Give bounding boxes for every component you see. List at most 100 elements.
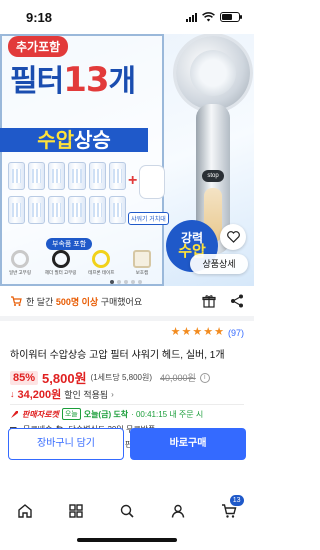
promo-title-main: 필터 <box>10 64 64 99</box>
part-item: 보호캡 <box>128 250 156 276</box>
bonus-badge: 추가포함 <box>8 36 69 57</box>
arrival-text: 오늘(금) 도착 <box>83 409 129 419</box>
part-item: 일반 고무링 <box>6 250 34 276</box>
nav-home[interactable] <box>13 499 37 523</box>
filter-cartridge <box>28 196 46 224</box>
filter-cartridge <box>48 162 66 190</box>
line-divider <box>10 404 244 405</box>
battery-icon <box>220 12 242 22</box>
person-icon <box>171 504 184 518</box>
down-arrow-icon: ↓ <box>10 389 15 399</box>
rubber-ring-image <box>51 250 70 268</box>
signal-icon <box>186 12 197 22</box>
parts-row: 일반 고무링 헤더 필터 고무링 테프론 테이프 보호캡 <box>6 250 156 276</box>
rating[interactable]: ★ ★ ★ ★ ★ (97) <box>171 327 244 338</box>
plus-icon: + <box>128 172 138 189</box>
purchase-count-text: 한 달간 500명 이상 구매했어요 <box>26 295 142 308</box>
carousel-dot[interactable] <box>124 280 128 284</box>
nav-my[interactable] <box>166 499 190 523</box>
purchase-suffix: 구매했어요 <box>98 296 143 307</box>
filter-cartridge <box>48 196 66 224</box>
nav-cart[interactable]: 13 <box>217 495 244 523</box>
star-icon: ★ <box>181 326 192 338</box>
filter-cartridge <box>28 162 46 190</box>
ribbon-suffix: 상승 <box>74 128 111 152</box>
shower-holder-image <box>140 166 164 198</box>
filter-cartridge <box>68 162 86 190</box>
grid-icon <box>69 504 83 518</box>
star-icon: ★ <box>203 326 214 338</box>
part-item: 헤더 필터 고무링 <box>44 250 77 276</box>
action-icons <box>202 294 244 308</box>
home-icon <box>18 504 33 518</box>
bottom-nav: 13 <box>0 494 254 528</box>
wifi-icon <box>202 12 215 22</box>
original-price: 40,000원 <box>160 373 196 383</box>
cap-image <box>132 250 151 268</box>
parts-title: 부속품 포함 <box>46 238 93 250</box>
promo-title-unit: 개 <box>108 64 137 99</box>
coupon-text: 할인 적용됨 <box>64 389 109 400</box>
filter-cartridge <box>8 196 26 224</box>
delivery-row: 판매자로켓 오늘 오늘(금) 도착 · 00:41:15 내 주문 시 <box>10 408 203 420</box>
cart-count-badge: 13 <box>229 495 244 506</box>
discount-badge: 85% <box>10 370 39 385</box>
part-label: 보호캡 <box>135 270 149 275</box>
part-label: 헤더 필터 고무링 <box>44 270 77 275</box>
product-detail-button[interactable]: 상품상세 <box>190 254 248 274</box>
section-divider <box>0 316 254 321</box>
unit-price: (1세트당 5,800원) <box>90 373 152 382</box>
coupon-row[interactable]: ↓ 34,200원 할인 적용됨 › <box>10 386 114 402</box>
order-deadline: · 00:41:15 내 주문 시 <box>131 409 204 419</box>
carousel-dot[interactable] <box>138 280 142 284</box>
carousel-dot[interactable] <box>117 280 121 284</box>
nav-search[interactable] <box>115 499 139 523</box>
carousel-dot[interactable] <box>131 280 135 284</box>
filter-cartridge <box>88 162 106 190</box>
part-label: 테프론 테이프 <box>88 270 115 275</box>
carousel-dot[interactable] <box>110 280 114 284</box>
cart-small-icon <box>11 296 22 306</box>
filter-cartridge <box>108 196 126 224</box>
review-count[interactable]: (97) <box>228 328 244 338</box>
info-icon[interactable]: i <box>199 372 210 383</box>
product-title: 하이워터 수압상승 고압 필터 샤워기 헤드, 실버, 1개 <box>10 350 225 361</box>
purchase-count-row: 한 달간 500명 이상 구매했어요 <box>0 286 254 316</box>
ribbon-prefix: 수압 <box>37 128 74 152</box>
teflon-tape-image <box>92 250 111 268</box>
today-badge: 오늘 <box>61 408 81 420</box>
home-indicator <box>77 538 177 542</box>
filter-cartridge <box>108 162 126 190</box>
promo-title: 필터13개 <box>10 56 137 100</box>
status-icons <box>186 12 242 22</box>
purchase-count: 500명 이상 <box>55 296 99 307</box>
promo-title-count: 13 <box>63 60 109 100</box>
status-bar: 9:18 <box>0 0 254 34</box>
filter-cartridge-grid <box>8 162 126 224</box>
showerhead-face <box>190 50 236 96</box>
price-row: 85% 5,800원 (1세트당 5,800원) 40,000원 i <box>10 368 250 387</box>
buy-now-button[interactable]: 바로구매 <box>130 428 246 460</box>
carousel-dots <box>110 280 142 284</box>
sale-price: 5,800원 <box>42 371 87 386</box>
search-icon <box>120 504 134 518</box>
part-item: 테프론 테이프 <box>87 250 115 276</box>
product-image-carousel[interactable]: 추가포함 필터13개 수압상승 + 샤워기 거치대 부속품 포함 일반 고무링 … <box>0 34 254 286</box>
nav-categories[interactable] <box>64 499 88 523</box>
chevron-right-icon: › <box>111 389 114 399</box>
part-label: 일반 고무링 <box>9 270 31 275</box>
star-icon: ★ <box>192 326 203 338</box>
wishlist-button[interactable] <box>220 224 246 250</box>
status-time: 9:18 <box>26 9 53 25</box>
filter-cartridge <box>68 196 86 224</box>
o-ring-image <box>11 250 29 268</box>
add-to-cart-button[interactable]: 장바구니 담기 <box>8 428 124 460</box>
star-icon: ★ <box>170 326 181 338</box>
purchase-prefix: 한 달간 <box>26 296 56 307</box>
share-icon[interactable] <box>230 294 244 308</box>
filter-cartridge <box>88 196 106 224</box>
gift-icon[interactable] <box>202 294 216 308</box>
star-icon: ★ <box>214 326 224 338</box>
promo-ribbon: 수압상승 <box>0 128 148 152</box>
filter-cartridge <box>8 162 26 190</box>
